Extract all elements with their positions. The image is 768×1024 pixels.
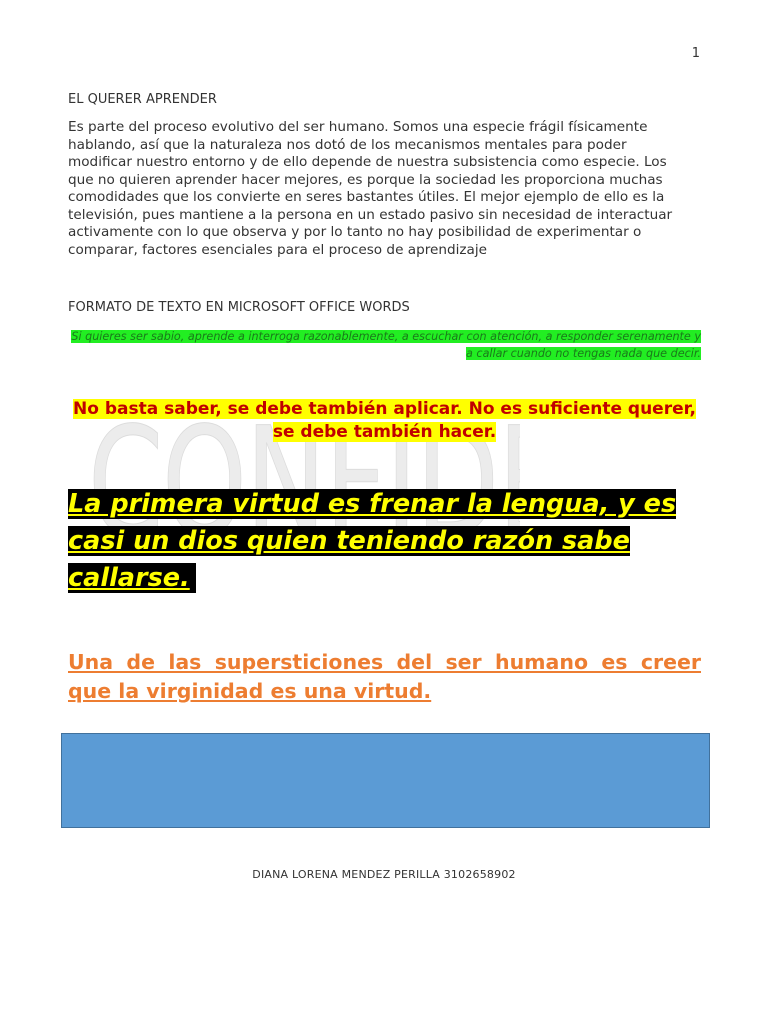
document-page: CONFIDENCIAL 1 EL QUERER APRENDER Es par…: [0, 0, 768, 1024]
body-paragraph: Es parte del proceso evolutivo del ser h…: [68, 119, 673, 258]
green-quote-text: Si quieres ser sabio, aprende a interrog…: [71, 330, 701, 360]
blue-rectangle-shape: [61, 733, 710, 828]
green-highlight-quote: Si quieres ser sabio, aprende a interrog…: [68, 328, 701, 362]
yellow-quote-text: No basta saber, se debe también aplicar.…: [73, 399, 696, 442]
section-heading-formato-texto: FORMATO DE TEXTO EN MICROSOFT OFFICE WOR…: [68, 300, 410, 315]
page-number: 1: [691, 46, 700, 61]
footer-author-line: DIANA LORENA MENDEZ PERILLA 3102658902: [252, 868, 516, 881]
yellow-highlight-quote: No basta saber, se debe también aplicar.…: [68, 398, 701, 444]
black-highlight-quote: La primera virtud es frenar la lengua, y…: [68, 486, 718, 597]
section-heading-querer-aprender: EL QUERER APRENDER: [68, 92, 217, 107]
black-quote-text: La primera virtud es frenar la lengua, y…: [68, 489, 677, 593]
orange-underlined-quote: Una de las supersticiones del ser humano…: [68, 650, 701, 703]
